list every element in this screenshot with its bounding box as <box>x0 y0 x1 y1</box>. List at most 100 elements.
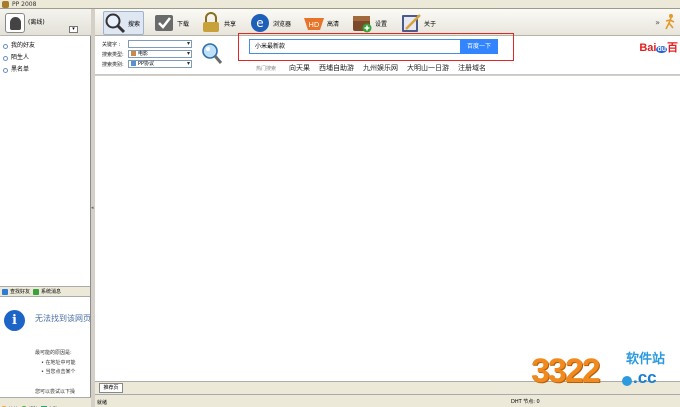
hot-keyword-link[interactable]: 西埔自助游 <box>319 63 354 73</box>
toolbar-hd-button[interactable]: HD 高清 <box>303 11 339 35</box>
toolbar-download-button[interactable]: 下载 <box>153 11 189 35</box>
error-try-text: 您可以尝试以下操 <box>35 389 76 395</box>
protocol-icon <box>131 61 136 66</box>
category-select[interactable]: PP协议 <box>128 60 192 68</box>
hot-keyword-link[interactable]: 九州娱乐网 <box>363 63 398 73</box>
window-title: PP 2008 <box>12 1 37 8</box>
tree-item-friends[interactable]: 我的好友 <box>0 40 90 52</box>
full-button[interactable]: 完整 <box>41 402 58 407</box>
type-value: 电影 <box>138 51 149 57</box>
logo-text: Bai <box>639 42 657 54</box>
error-causes-heading: 最可能的原因是: <box>35 350 72 356</box>
collapse-arrow-icon: ◂ <box>91 205 94 211</box>
button-label: 系统消息 <box>41 289 62 295</box>
find-friends-button[interactable]: 查找好友 <box>2 288 30 295</box>
sidebar-footer: 菜单 帮助 完整 <box>0 397 91 407</box>
settings-box-icon <box>351 12 373 34</box>
hot-keyword-link[interactable]: 大明山一日游 <box>407 63 449 73</box>
toolbar-more-button[interactable]: » <box>655 18 660 27</box>
lock-share-icon <box>200 12 222 34</box>
sidebar-button-row: 查找好友 系统消息 <box>0 286 90 297</box>
message-icon <box>33 288 40 295</box>
watermark-number: 3322 <box>531 352 601 390</box>
download-check-icon <box>153 12 175 34</box>
tree-item-strangers[interactable]: 陌生人 <box>0 52 90 64</box>
baidu-search-button[interactable]: 百度一下 <box>460 39 498 54</box>
hot-search-label: 热门搜索 <box>256 65 277 72</box>
search-icon <box>2 288 8 295</box>
watermark-logo: 3322 软件站 .cc <box>531 344 680 407</box>
magnifier-icon <box>104 12 126 34</box>
film-icon <box>131 51 136 56</box>
info-icon: i <box>4 310 25 331</box>
tree-item-label: 黑名单 <box>11 66 30 73</box>
user-silhouette-icon <box>10 17 21 30</box>
main-toolbar: 搜索 下载 共享 e 浏览器 HD 高清 设置 关于 » <box>95 9 680 36</box>
tree-item-label: 我的好友 <box>11 42 36 49</box>
help-button[interactable]: 帮助 <box>21 402 38 407</box>
type-label: 搜索类型: <box>102 51 124 58</box>
expand-icon <box>3 43 8 49</box>
toolbar-label: 浏览器 <box>273 20 292 28</box>
watermark-dot <box>622 376 632 386</box>
notebook-pen-icon <box>400 12 422 34</box>
toolbar-settings-button[interactable]: 设置 <box>351 11 387 35</box>
avatar[interactable] <box>5 13 25 33</box>
logo-text: 百 <box>667 42 678 54</box>
runner-icon[interactable] <box>664 13 676 31</box>
expand-icon <box>3 67 8 73</box>
error-cause: • 当您点击某个 <box>41 369 76 375</box>
keyword-combobox[interactable] <box>128 40 192 48</box>
keyword-label: 关键字 : <box>102 41 121 48</box>
toolbar-search-button[interactable]: 搜索 <box>103 11 145 35</box>
error-cause: • 在地址中可能 <box>41 360 76 366</box>
browser-content-area[interactable] <box>95 76 680 381</box>
ie-browser-icon: e <box>249 12 271 34</box>
sidebar: (离线) ▾ 我的好友 陌生人 黑名单 查找好友 系统消息 i 无法找到该网页 … <box>0 9 91 407</box>
baidu-search-box: 小米最新款 百度一下 <box>238 33 514 61</box>
baidu-logo[interactable]: Baidu百 <box>639 39 678 55</box>
toolbar-label: 共享 <box>224 20 237 28</box>
status-dropdown-button[interactable]: ▾ <box>69 26 78 33</box>
contact-tree: 我的好友 陌生人 黑名单 <box>0 40 90 76</box>
category-label: 搜索类别: <box>102 61 124 68</box>
hot-search-row: 热门搜索 向天果 西埔自助游 九州娱乐网 大明山一日游 注册域名 <box>256 63 495 73</box>
svg-text:e: e <box>256 16 263 30</box>
tab-recommend[interactable]: 推荐页 <box>99 383 123 393</box>
type-select[interactable]: 电影 <box>128 50 192 58</box>
type-row: 搜索类型: 电影 <box>102 50 192 58</box>
category-row: 搜索类别: PP协议 <box>102 60 192 68</box>
button-label: 查找好友 <box>10 289 31 295</box>
hd-video-icon: HD <box>303 12 325 34</box>
keyword-row: 关键字 : <box>102 40 192 48</box>
toolbar-share-button[interactable]: 共享 <box>200 11 236 35</box>
toolbar-label: 高清 <box>327 20 340 28</box>
title-bar: PP 2008 <box>0 0 680 9</box>
toolbar-label: 搜索 <box>128 20 141 28</box>
status-ready: 就绪 <box>97 400 108 406</box>
toolbar-about-button[interactable]: 关于 <box>400 11 436 35</box>
hot-keyword-link[interactable]: 注册域名 <box>458 63 486 73</box>
search-go-icon[interactable] <box>201 42 223 66</box>
tree-item-label: 陌生人 <box>11 54 30 61</box>
hot-keyword-link[interactable]: 向天果 <box>289 63 310 73</box>
menu-button[interactable]: 菜单 <box>1 402 18 407</box>
expand-icon <box>3 55 8 61</box>
tree-item-blacklist[interactable]: 黑名单 <box>0 64 90 76</box>
toolbar-label: 关于 <box>424 20 437 28</box>
watermark-site: 软件站 <box>626 352 666 367</box>
svg-text:HD: HD <box>309 21 320 29</box>
error-title: 无法找到该网页 <box>35 314 90 323</box>
logo-paw: du <box>656 46 667 53</box>
error-pane: i 无法找到该网页 最可能的原因是: • 在地址中可能 • 当您点击某个 您可以… <box>0 298 90 397</box>
system-messages-button[interactable]: 系统消息 <box>33 288 61 295</box>
user-bar: (离线) ▾ <box>0 9 91 36</box>
baidu-search-input[interactable]: 小米最新款 <box>249 39 461 54</box>
user-status: (离线) <box>28 19 45 26</box>
toolbar-browser-button[interactable]: e 浏览器 <box>249 11 291 35</box>
watermark-cc: .cc <box>633 368 657 387</box>
toolbar-label: 下载 <box>177 20 190 28</box>
toolbar-label: 设置 <box>375 20 388 28</box>
category-value: PP协议 <box>138 61 155 67</box>
search-panel: 关键字 : 搜索类型: 电影 搜索类别: PP协议 小米最新款 百度一下 热门搜… <box>95 33 680 75</box>
